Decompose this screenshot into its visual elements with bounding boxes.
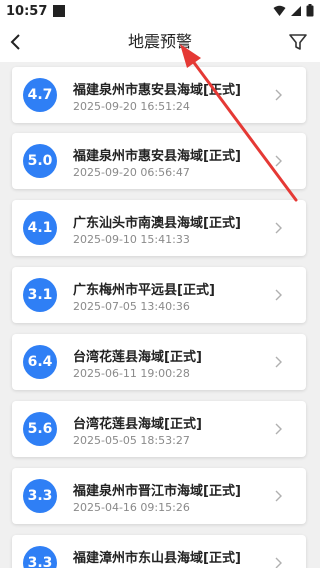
- page-title: 地震预警: [127, 32, 192, 51]
- timestamp-text: 2025-06-11 19:00:28: [73, 367, 190, 380]
- chevron-right-icon: [275, 557, 282, 568]
- chevron-right-icon: [275, 490, 282, 502]
- magnitude-badge: 5.0: [23, 144, 57, 178]
- location-text: 福建漳州市东山县海域[正式]: [73, 551, 241, 566]
- list-item[interactable]: 3.3 福建泉州市晋江市海域[正式] 2025-04-16 09:15:26: [12, 468, 306, 524]
- magnitude-badge: 3.3: [23, 546, 57, 568]
- magnitude-badge: 4.1: [23, 211, 57, 245]
- list-item[interactable]: 3.1 广东梅州市平远县[正式] 2025-07-05 13:40:36: [12, 267, 306, 323]
- location-text: 台湾花莲县海域[正式]: [73, 350, 202, 365]
- location-text: 福建泉州市晋江市海域[正式]: [73, 484, 241, 499]
- magnitude-badge: 4.7: [23, 78, 57, 112]
- chevron-right-icon: [275, 356, 282, 368]
- status-icons: [273, 4, 314, 17]
- list-item[interactable]: 4.7 福建泉州市惠安县海域[正式] 2025-09-20 16:51:24: [12, 67, 306, 123]
- magnitude-badge: 3.1: [23, 278, 57, 312]
- magnitude-badge: 6.4: [23, 345, 57, 379]
- location-text: 广东汕头市南澳县海域[正式]: [73, 216, 241, 231]
- list-item[interactable]: 5.0 福建泉州市惠安县海域[正式] 2025-09-20 06:56:47: [12, 133, 306, 189]
- filter-icon: [289, 34, 307, 50]
- timestamp-text: 2025-05-05 18:53:27: [73, 434, 190, 447]
- location-text: 福建泉州市惠安县海域[正式]: [73, 149, 241, 164]
- magnitude-badge: 3.3: [23, 479, 57, 513]
- status-time: 10:57: [6, 3, 48, 19]
- timestamp-text: 2025-09-20 16:51:24: [73, 100, 190, 113]
- list-item[interactable]: 5.6 台湾花莲县海域[正式] 2025-05-05 18:53:27: [12, 401, 306, 457]
- app-bar: 地震预警: [0, 22, 320, 62]
- earthquake-list: 4.7 福建泉州市惠安县海域[正式] 2025-09-20 16:51:24 5…: [0, 62, 320, 568]
- magnitude-badge: 5.6: [23, 412, 57, 446]
- notification-icon: [53, 5, 66, 17]
- location-text: 广东梅州市平远县[正式]: [73, 283, 215, 298]
- timestamp-text: 2025-04-16 09:15:26: [73, 501, 190, 514]
- chevron-right-icon: [275, 89, 282, 101]
- chevron-right-icon: [275, 423, 282, 435]
- location-text: 台湾花莲县海域[正式]: [73, 417, 202, 432]
- list-item[interactable]: 3.3 福建漳州市东山县海域[正式]: [12, 535, 306, 568]
- timestamp-text: 2025-09-10 15:41:33: [73, 233, 190, 246]
- chevron-right-icon: [275, 222, 282, 234]
- list-item[interactable]: 4.1 广东汕头市南澳县海域[正式] 2025-09-10 15:41:33: [12, 200, 306, 256]
- battery-icon: [306, 4, 314, 17]
- timestamp-text: 2025-07-05 13:40:36: [73, 300, 190, 313]
- back-button[interactable]: [2, 28, 30, 56]
- list-item[interactable]: 6.4 台湾花莲县海域[正式] 2025-06-11 19:00:28: [12, 334, 306, 390]
- chevron-right-icon: [275, 289, 282, 301]
- location-text: 福建泉州市惠安县海域[正式]: [73, 83, 241, 98]
- wifi-icon: [273, 5, 286, 16]
- filter-button[interactable]: [284, 28, 312, 56]
- back-chevron-icon: [10, 34, 20, 50]
- signal-icon: [291, 5, 301, 16]
- status-bar: 10:57: [0, 0, 320, 22]
- chevron-right-icon: [275, 155, 282, 167]
- timestamp-text: 2025-09-20 06:56:47: [73, 166, 190, 179]
